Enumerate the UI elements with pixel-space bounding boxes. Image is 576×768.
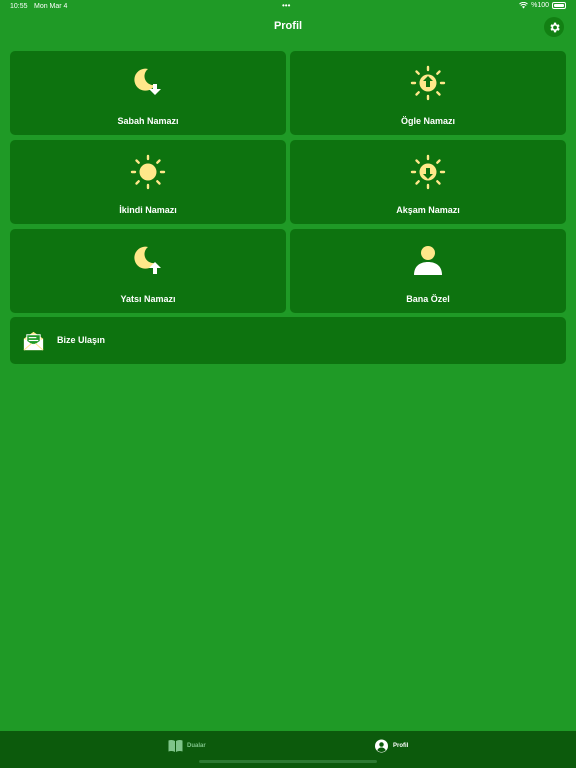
card-label: Ögle Namazı <box>400 116 456 126</box>
sun-arrow-up-icon <box>410 65 446 101</box>
status-right: %100 <box>519 2 566 9</box>
tab-dualar[interactable]: Dualar <box>168 739 206 753</box>
contact-label: Bize Ulaşın <box>57 335 106 345</box>
wifi-icon <box>519 2 528 9</box>
profile-icon <box>375 739 388 753</box>
card-ikindi-namazi[interactable]: İkindi Namazı <box>10 140 286 224</box>
page-title: Profil <box>273 20 303 32</box>
card-sabah-namazi[interactable]: Sabah Namazı <box>10 51 286 135</box>
tab-label: Dualar <box>187 743 206 749</box>
sun-icon <box>130 154 166 190</box>
sun-arrow-down-icon <box>410 154 446 190</box>
card-bana-ozel[interactable]: Bana Özel <box>290 229 566 313</box>
status-date: Mon Mar 4 <box>34 3 68 10</box>
card-label: Sabah Namazı <box>117 116 179 126</box>
card-ogle-namazi[interactable]: Ögle Namazı <box>290 51 566 135</box>
moon-arrow-up-icon <box>134 246 161 274</box>
status-time: 10:55 <box>10 3 28 10</box>
contact-us-row[interactable]: Bize Ulaşın <box>10 317 566 364</box>
card-yatsi-namazi[interactable]: Yatsı Namazı <box>10 229 286 313</box>
book-icon <box>168 739 183 752</box>
multitasking-dots[interactable]: ••• <box>282 1 290 10</box>
status-bar: 10:55 Mon Mar 4 ••• %100 <box>0 0 576 14</box>
card-label: Bana Özel <box>406 294 450 304</box>
tab-label: Profil <box>393 743 409 749</box>
moon-arrow-down-icon <box>134 68 161 95</box>
card-aksam-namazi[interactable]: Akşam Namazı <box>290 140 566 224</box>
person-icon <box>414 246 442 275</box>
mail-icon <box>23 331 44 351</box>
battery-icon <box>552 2 566 9</box>
battery-percent: %100 <box>531 2 549 9</box>
tab-profil[interactable]: Profil <box>374 739 408 753</box>
prayer-grid: Sabah Namazı Ögle Namazı İkindi Namazı A… <box>10 51 566 313</box>
card-label: İkindi Namazı <box>119 205 177 215</box>
gear-icon <box>549 22 560 32</box>
home-indicator[interactable] <box>199 760 377 763</box>
settings-button[interactable] <box>544 17 564 37</box>
card-label: Akşam Namazı <box>396 205 460 215</box>
card-label: Yatsı Namazı <box>120 294 176 304</box>
